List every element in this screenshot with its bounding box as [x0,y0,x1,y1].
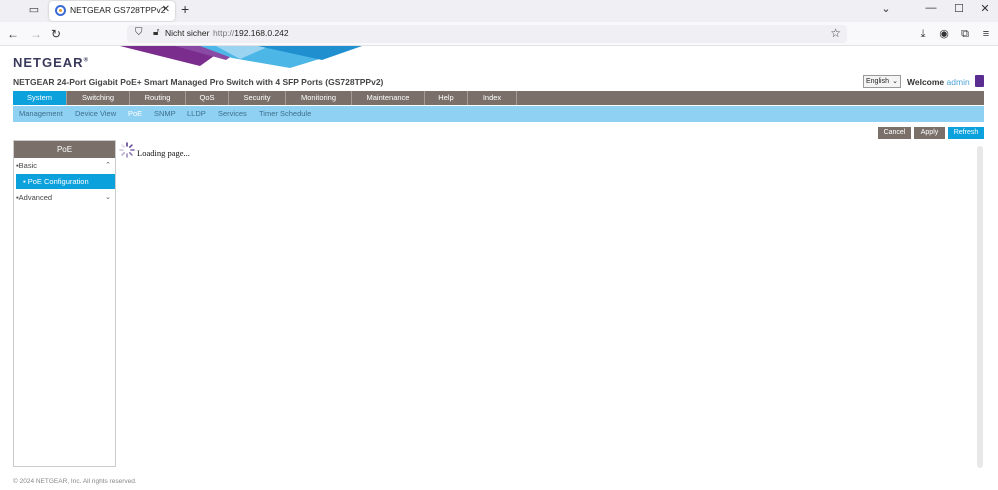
submenu-timer-schedule[interactable]: Timer Schedule [259,106,311,122]
extensions-icon[interactable]: ⧉ [957,26,973,42]
insecure-lock-icon[interactable]: 🔓︎ [153,27,159,38]
insecure-label[interactable]: Nicht sicher [165,28,209,38]
cancel-button[interactable]: Cancel [878,127,911,139]
back-icon[interactable]: ← [5,26,21,42]
header-banner-graphic [120,46,362,68]
maximize-icon[interactable]: ☐ [951,2,967,15]
refresh-button[interactable]: Refresh [948,127,984,139]
url-text[interactable]: http://192.168.0.242 [213,28,289,38]
language-select[interactable]: English ⌄ [863,75,901,88]
submenu-lldp[interactable]: LLDP [187,106,206,122]
menu-system[interactable]: System [13,91,67,105]
menu-switching[interactable]: Switching [67,91,130,105]
account-icon[interactable]: ◉ [936,26,952,42]
tab-list-icon[interactable]: ▭ [26,3,42,17]
chevron-down-icon: ⌄ [892,78,898,85]
menu-icon[interactable]: ≡ [978,26,994,42]
sub-menu: Management Device View PoE SNMP LLDP Ser… [13,106,984,122]
welcome-text: Welcome admin [907,77,970,87]
menu-monitoring[interactable]: Monitoring [286,91,352,105]
browser-nav-bar: ← → ↻ ⛉ 🔓︎ Nicht sicher http://192.168.0… [0,22,998,46]
browser-tab[interactable]: NETGEAR GS728TPPv2 ✕ [49,1,175,21]
chevron-up-icon: ⌃ [105,162,111,169]
tab-overflow-icon[interactable]: ⌄ [878,2,894,15]
menu-qos[interactable]: QoS [186,91,229,105]
left-nav-header: PoE [14,141,115,158]
browser-tab-bar: ▭ NETGEAR GS728TPPv2 ✕ + ⌄ — ☐ ✕ [0,0,998,22]
apply-button[interactable]: Apply [914,127,945,139]
username-link[interactable]: admin [947,77,970,87]
product-title: NETGEAR 24-Port Gigabit PoE+ Smart Manag… [13,77,384,87]
content-scrollbar[interactable] [977,146,983,468]
download-icon[interactable]: ⤓ [915,26,931,42]
nav-poe-configuration[interactable]: ▪ PoE Configuration [16,174,115,189]
loading-text: Loading page... [137,148,190,158]
submenu-poe[interactable]: PoE [128,106,142,122]
main-menu: System Switching Routing QoS Security Mo… [13,91,984,105]
submenu-services[interactable]: Services [218,106,247,122]
netgear-logo: NETGEAR® [13,55,89,70]
logout-icon[interactable] [975,75,984,87]
address-bar[interactable]: ⛉ 🔓︎ Nicht sicher http://192.168.0.242 ☆ [127,25,847,43]
nav-advanced[interactable]: ▪Advanced ⌄ [16,191,113,205]
submenu-management[interactable]: Management [19,106,63,122]
close-tab-icon[interactable]: ✕ [162,4,170,15]
minimize-icon[interactable]: — [923,2,939,14]
shield-icon[interactable]: ⛉ [135,27,143,38]
chevron-down-icon: ⌄ [105,194,111,201]
reload-icon[interactable]: ↻ [48,26,64,42]
content-area [118,140,984,467]
bookmark-star-icon[interactable]: ☆ [830,26,841,40]
menu-index[interactable]: Index [468,91,517,105]
menu-security[interactable]: Security [229,91,286,105]
footer-copyright: © 2024 NETGEAR, Inc. All rights reserved… [13,478,137,485]
menu-maintenance[interactable]: Maintenance [352,91,425,105]
tab-title: NETGEAR GS728TPPv2 [70,5,166,15]
menu-routing[interactable]: Routing [130,91,186,105]
left-nav: PoE ▪Basic ⌃ ▪ PoE Configuration ▪Advance… [13,140,116,467]
submenu-snmp[interactable]: SNMP [154,106,176,122]
nav-basic[interactable]: ▪Basic ⌃ [16,159,113,173]
forward-icon[interactable]: → [28,26,44,42]
menu-help[interactable]: Help [425,91,468,105]
new-tab-button[interactable]: + [181,1,189,17]
submenu-device-view[interactable]: Device View [75,106,116,122]
close-window-icon[interactable]: ✕ [977,2,993,15]
favicon-icon [55,5,66,16]
loading-spinner-icon [119,142,135,158]
